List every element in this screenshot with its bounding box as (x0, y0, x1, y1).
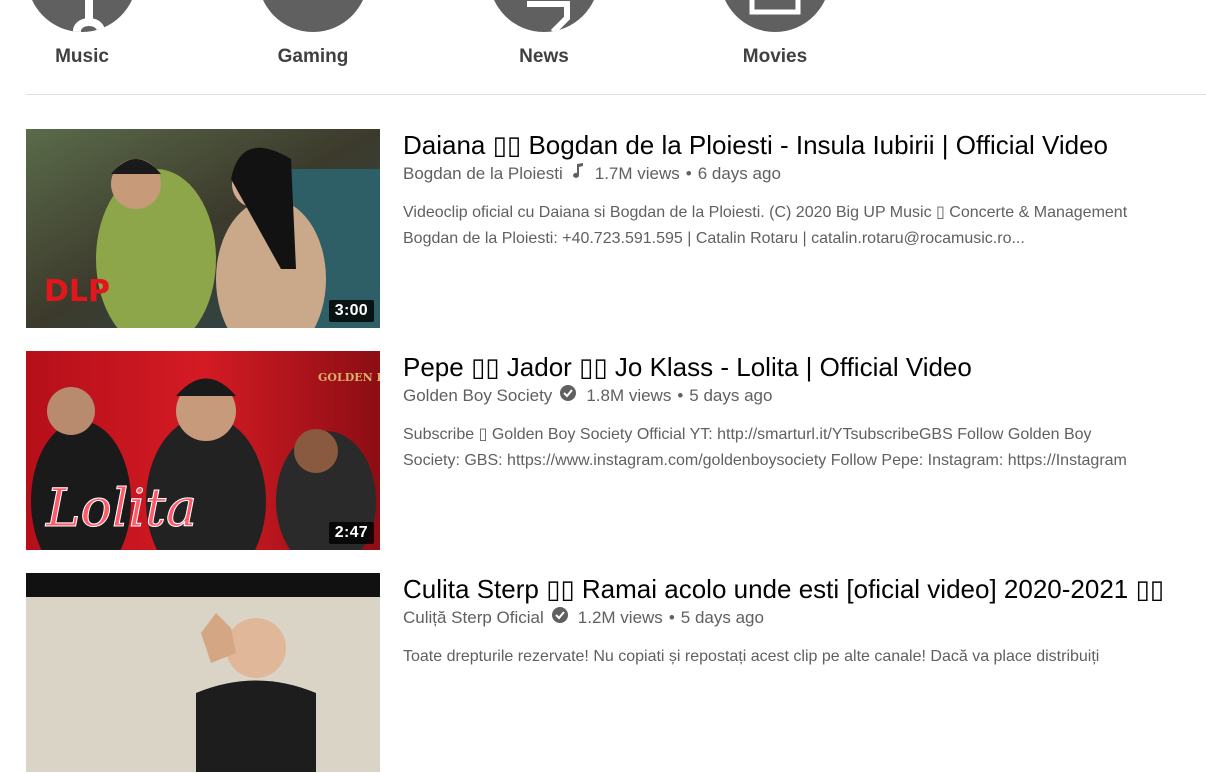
video-duration: 3:00 (328, 300, 374, 322)
channel-name[interactable]: Golden Boy Society (403, 386, 552, 406)
description-line: Society: GBS: https://www.instagram.com/… (403, 452, 1127, 469)
meta-separator: • (685, 163, 692, 183)
category-news[interactable]: News (464, 0, 624, 80)
category-bar: Music Gaming News Movies (0, 0, 1206, 94)
category-gaming[interactable]: Gaming (233, 0, 393, 80)
meta-separator: • (668, 607, 675, 627)
video-thumbnail[interactable]: DLP 3:00 (26, 129, 380, 328)
video-title[interactable]: Culita Sterp ▯▯ Ramai acolo unde esti [o… (403, 573, 1206, 605)
section-divider (26, 94, 1206, 95)
channel-logo: DLP (44, 274, 110, 309)
category-movies[interactable]: Movies (695, 0, 855, 80)
verified-check-icon (551, 607, 568, 628)
category-music[interactable]: Music (2, 0, 162, 80)
description-line: Bogdan de la Ploiesti: +40.723.591.595 |… (403, 230, 1025, 247)
upload-age: 6 days ago (697, 163, 781, 183)
channel-name[interactable]: Culiță Sterp Oficial (403, 608, 544, 628)
view-count: 1.8M views (586, 385, 672, 405)
category-label: Gaming (277, 46, 349, 67)
thumbnail-title-art: Lolita (45, 479, 197, 539)
category-label: Music (55, 46, 109, 67)
description-line: Videoclip oficial cu Daiana si Bogdan de… (403, 204, 1128, 221)
video-description: Subscribe ▯ Golden Boy Society Official … (403, 422, 1206, 474)
newspaper-icon (489, 0, 599, 32)
video-item[interactable]: GOLDEN BOY Lolita 2:47 Pepe ▯▯ Jador ▯▯ … (26, 351, 1206, 551)
video-description: Videoclip oficial cu Daiana si Bogdan de… (403, 200, 1206, 252)
video-title[interactable]: Pepe ▯▯ Jador ▯▯ Jo Klass - Lolita | Off… (403, 351, 1206, 383)
film-icon (720, 0, 830, 32)
gamepad-icon (258, 0, 368, 32)
video-description: Toate drepturile rezervate! Nu copiati ș… (403, 644, 1206, 670)
video-duration: 2:47 (328, 522, 374, 544)
video-item[interactable]: DLP 3:00 Daiana ▯▯ Bogdan de la Ploiesti… (26, 129, 1206, 329)
upload-age: 5 days ago (689, 385, 773, 405)
description-line: Toate drepturile rezervate! Nu copiati ș… (403, 648, 1100, 665)
description-line: Subscribe ▯ Golden Boy Society Official … (403, 426, 1092, 443)
video-title[interactable]: Daiana ▯▯ Bogdan de la Ploiesti - Insula… (403, 129, 1206, 161)
verified-check-icon (560, 385, 577, 406)
category-label: News (519, 46, 569, 67)
video-item[interactable]: Culita Sterp ▯▯ Ramai acolo unde esti [o… (26, 573, 1206, 773)
channel-name[interactable]: Bogdan de la Ploiesti (403, 164, 563, 184)
music-note-icon (27, 0, 137, 32)
video-thumbnail[interactable]: GOLDEN BOY Lolita 2:47 (26, 351, 380, 550)
view-count: 1.2M views (577, 607, 663, 627)
video-thumbnail[interactable] (26, 573, 380, 772)
view-count: 1.7M views (594, 163, 680, 183)
music-note-icon (571, 163, 585, 184)
category-label: Movies (742, 46, 808, 67)
upload-age: 5 days ago (680, 607, 764, 627)
channel-logo: GOLDEN BOY (318, 371, 380, 384)
meta-separator: • (677, 385, 684, 405)
